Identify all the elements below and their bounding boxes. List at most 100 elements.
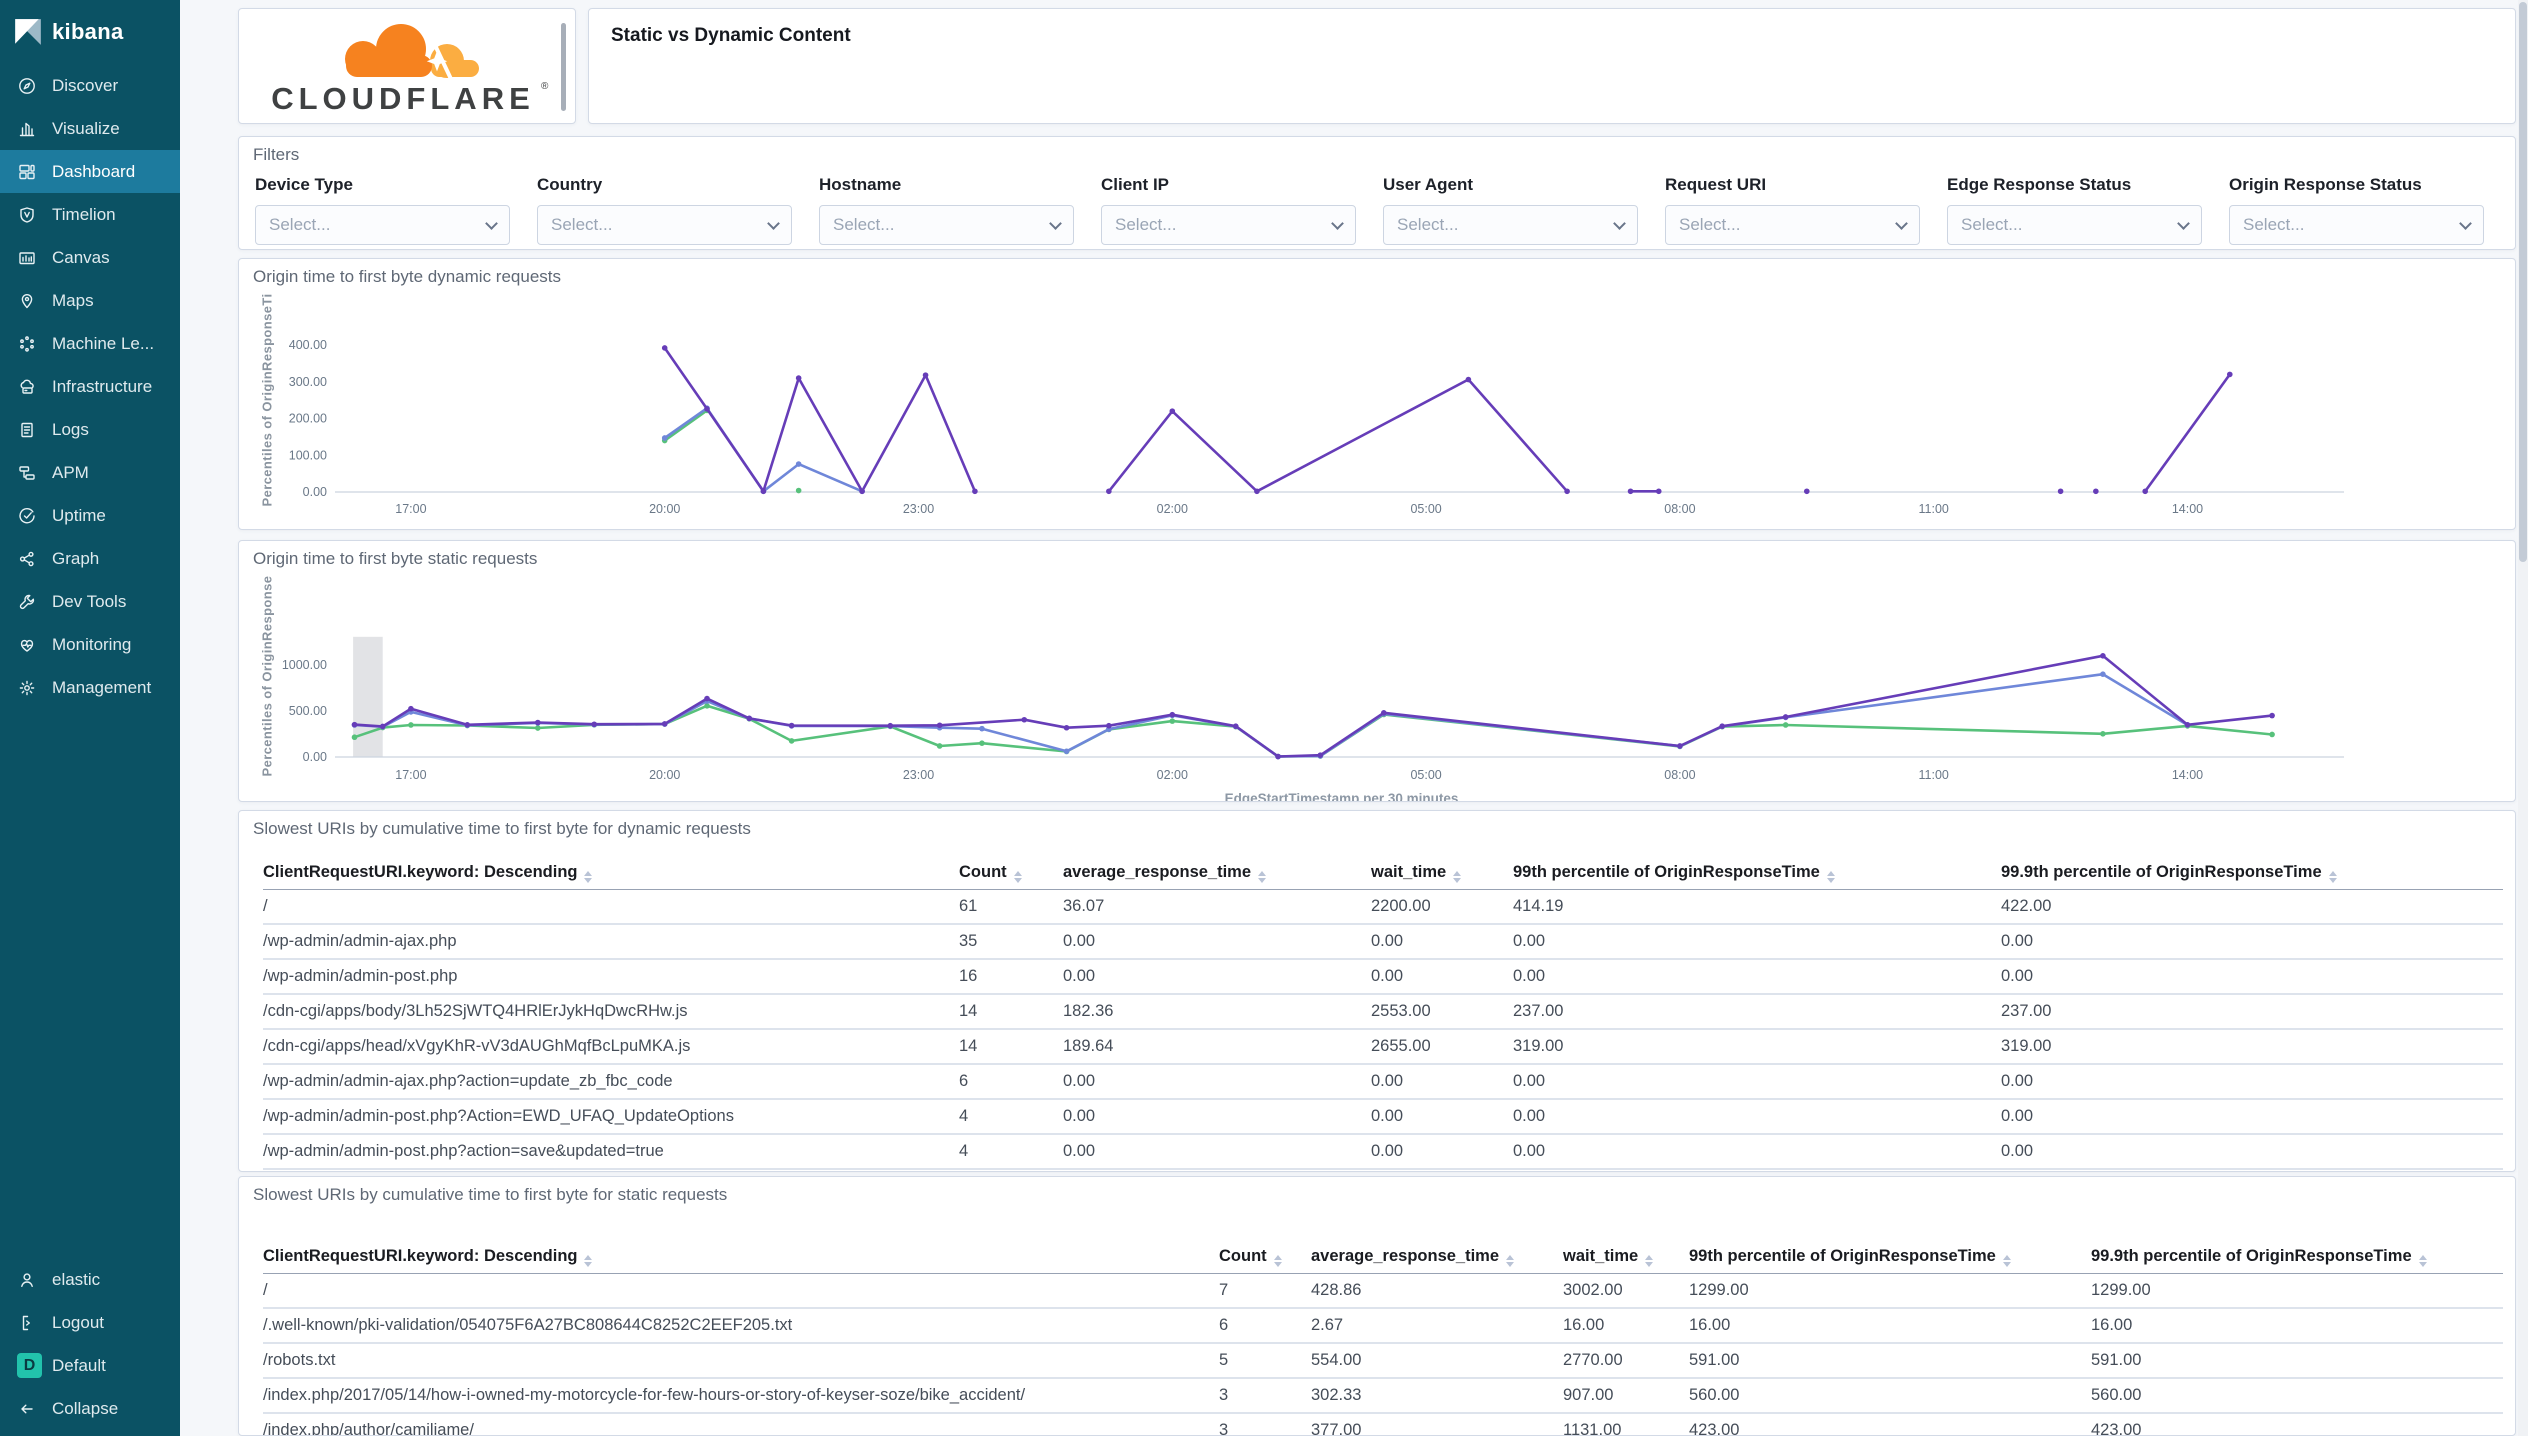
uri-cell: /wp-admin/admin-ajax.php xyxy=(263,924,959,960)
sidebar-item-machine-learning[interactable]: Machine Le... xyxy=(0,322,180,365)
column-header-label: average_response_time xyxy=(1063,862,1252,881)
column-header[interactable]: average_response_time xyxy=(1063,857,1371,890)
filter-select-user-agent[interactable]: Select... xyxy=(1383,205,1638,245)
column-header[interactable]: Count xyxy=(1219,1241,1311,1274)
filter-select-hostname[interactable]: Select... xyxy=(819,205,1074,245)
page-title: Static vs Dynamic Content xyxy=(611,25,851,46)
svg-text:11:00: 11:00 xyxy=(1919,502,1949,516)
sidebar-item-visualize[interactable]: Visualize xyxy=(0,107,180,150)
column-header[interactable]: 99.9th percentile of OriginResponseTime xyxy=(2091,1241,2503,1274)
column-header[interactable]: 99th percentile of OriginResponseTime xyxy=(1689,1241,2091,1274)
filter-select-edge-response-status[interactable]: Select... xyxy=(1947,205,2202,245)
sidebar-footer: elastic Logout D Default Collapse xyxy=(0,1258,180,1430)
chart-title: Origin time to first byte dynamic reques… xyxy=(253,267,562,286)
value-cell: 428.86 xyxy=(1311,1273,1563,1309)
sidebar-item-logs[interactable]: Logs xyxy=(0,408,180,451)
infrastructure-icon xyxy=(17,377,39,397)
column-header[interactable]: 99.9th percentile of OriginResponseTime xyxy=(2001,857,2503,890)
column-header[interactable]: ClientRequestURI.keyword: Descending xyxy=(263,1241,1219,1274)
sort-icon[interactable] xyxy=(1013,870,1022,883)
dashboard-title-panel: Static vs Dynamic Content xyxy=(588,8,2516,124)
filter-group-hostname: Hostname Select... xyxy=(819,175,1074,245)
sort-icon[interactable] xyxy=(584,870,593,883)
value-cell: 14 xyxy=(959,1029,1063,1065)
slowest-uris-static-table: ClientRequestURI.keyword: Descending Coun… xyxy=(263,1241,2503,1435)
filter-select-request-uri[interactable]: Select... xyxy=(1665,205,1920,245)
page-scrollbar-track[interactable] xyxy=(2518,0,2528,1436)
sidebar-item-canvas[interactable]: Canvas xyxy=(0,236,180,279)
kibana-dashboard-page: kibana Discover Visualize Dashboard Time… xyxy=(0,0,2528,1436)
kibana-logo-text: kibana xyxy=(52,19,124,44)
value-cell: 16.00 xyxy=(1689,1308,2091,1344)
sidebar-item-graph[interactable]: Graph xyxy=(0,537,180,580)
value-cell: 0.00 xyxy=(1063,1134,1371,1170)
value-cell: 0.00 xyxy=(1513,1169,2001,1171)
svg-text:11:00: 11:00 xyxy=(1919,768,1949,782)
sort-icon[interactable] xyxy=(1453,870,1462,883)
filter-select-client-ip[interactable]: Select... xyxy=(1101,205,1356,245)
value-cell: 4 xyxy=(959,1099,1063,1135)
value-cell: 2655.00 xyxy=(1371,1029,1513,1065)
sort-icon[interactable] xyxy=(1258,870,1267,883)
column-header[interactable]: wait_time xyxy=(1371,857,1513,890)
value-cell: 423.00 xyxy=(2091,1413,2503,1435)
column-header[interactable]: ClientRequestURI.keyword: Descending xyxy=(263,857,959,890)
filter-select-origin-response-status[interactable]: Select... xyxy=(2229,205,2484,245)
kibana-logo-icon xyxy=(15,19,41,45)
svg-text:05:00: 05:00 xyxy=(1410,768,1441,782)
filter-select-country[interactable]: Select... xyxy=(537,205,792,245)
value-cell: 0.00 xyxy=(1371,924,1513,960)
sort-icon[interactable] xyxy=(1645,1254,1654,1267)
table-title: Slowest URIs by cumulative time to first… xyxy=(253,819,751,838)
filters-title: Filters xyxy=(253,145,300,164)
value-cell: 4 xyxy=(959,1134,1063,1170)
value-cell: 0.00 xyxy=(1371,1134,1513,1170)
filter-select-device-type[interactable]: Select... xyxy=(255,205,510,245)
table-panel-static: Slowest URIs by cumulative time to first… xyxy=(238,1176,2516,1436)
sort-icon[interactable] xyxy=(2328,870,2337,883)
sort-icon[interactable] xyxy=(584,1254,593,1267)
column-header[interactable]: Count xyxy=(959,857,1063,890)
column-header[interactable]: average_response_time xyxy=(1311,1241,1563,1274)
sort-icon[interactable] xyxy=(2002,1254,2011,1267)
value-cell: 0.00 xyxy=(1513,959,2001,995)
sidebar-item-management[interactable]: Management xyxy=(0,666,180,709)
sidebar-item-monitoring[interactable]: Monitoring xyxy=(0,623,180,666)
sort-icon[interactable] xyxy=(1826,870,1835,883)
column-header-label: ClientRequestURI.keyword: Descending xyxy=(263,862,578,881)
value-cell: 0.00 xyxy=(2001,1169,2503,1171)
sidebar-item-uptime[interactable]: Uptime xyxy=(0,494,180,537)
sidebar-item-dashboard[interactable]: Dashboard xyxy=(0,150,180,193)
value-cell: 6 xyxy=(1219,1308,1311,1344)
sort-icon[interactable] xyxy=(1273,1254,1282,1267)
column-header[interactable]: wait_time xyxy=(1563,1241,1689,1274)
sidebar-item-discover[interactable]: Discover xyxy=(0,64,180,107)
table-row: /wp-admin/admin-post.php 16 0.00 0.00 0.00 0.… xyxy=(263,959,2503,995)
sidebar-item-apm[interactable]: APM xyxy=(0,451,180,494)
kibana-logo[interactable]: kibana xyxy=(0,0,180,64)
canvas-icon xyxy=(17,248,39,268)
value-cell: 0.00 xyxy=(2001,924,2503,960)
value-cell: 414.19 xyxy=(1513,889,2001,925)
value-cell: 0.00 xyxy=(1513,924,2001,960)
uri-cell: /wp-admin/admin-ajax.php?action=update_z… xyxy=(263,1064,959,1100)
svg-text:17:00: 17:00 xyxy=(395,768,426,782)
collapse-icon xyxy=(17,1399,39,1419)
markdown-scrollbar[interactable] xyxy=(561,23,566,111)
sidebar-item-default-space[interactable]: D Default xyxy=(0,1344,180,1387)
sidebar-item-collapse[interactable]: Collapse xyxy=(0,1387,180,1430)
value-cell: 560.00 xyxy=(1689,1378,2091,1414)
sidebar-item-logout[interactable]: Logout xyxy=(0,1301,180,1344)
filter-group-origin-response-status: Origin Response Status Select... xyxy=(2229,175,2484,245)
sidebar-item-dev-tools[interactable]: Dev Tools xyxy=(0,580,180,623)
sidebar-item-elastic-user[interactable]: elastic xyxy=(0,1258,180,1301)
sort-icon[interactable] xyxy=(1506,1254,1515,1267)
sort-icon[interactable] xyxy=(2418,1254,2427,1267)
uri-cell: /wp-admin/admin-post.php xyxy=(263,959,959,995)
svg-text:200.00: 200.00 xyxy=(289,412,327,426)
column-header[interactable]: 99th percentile of OriginResponseTime xyxy=(1513,857,2001,890)
page-scrollbar-thumb[interactable] xyxy=(2519,2,2527,562)
sidebar-item-maps[interactable]: Maps xyxy=(0,279,180,322)
sidebar-item-infrastructure[interactable]: Infrastructure xyxy=(0,365,180,408)
sidebar-item-timelion[interactable]: Timelion xyxy=(0,193,180,236)
